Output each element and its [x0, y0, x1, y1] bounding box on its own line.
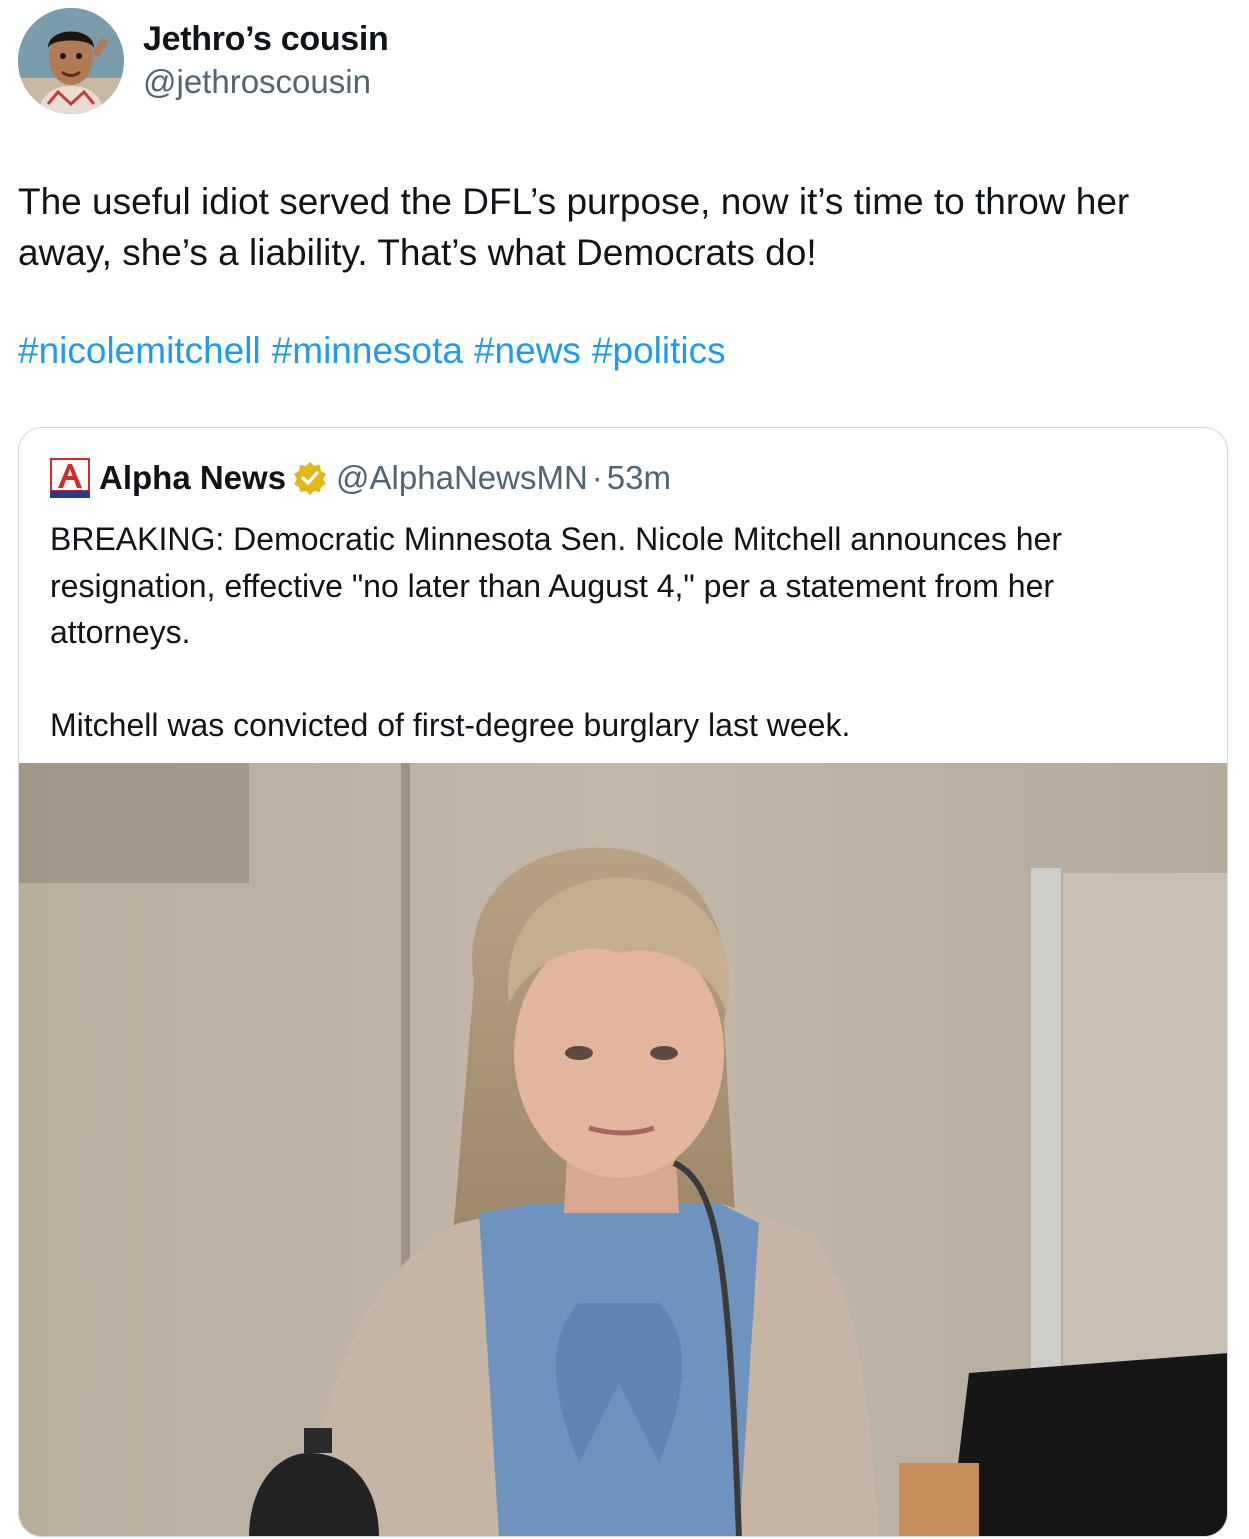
author-handle[interactable]: @jethroscousin — [143, 63, 371, 101]
author-avatar[interactable] — [18, 8, 124, 114]
gold-verified-badge-icon — [294, 462, 327, 495]
quoted-tweet-time[interactable]: 53m — [607, 459, 671, 497]
courtroom-photo-icon — [19, 763, 1227, 1536]
quoted-author-handle[interactable]: @AlphaNewsMN — [336, 459, 588, 497]
hashtag-link[interactable]: #nicolemitchell — [18, 330, 261, 371]
hashtag-link[interactable]: #news — [474, 330, 581, 371]
profile-photo-icon — [18, 8, 124, 114]
hashtag-link[interactable]: #minnesota — [272, 330, 463, 371]
author-display-name[interactable]: Jethro’s cousin — [143, 20, 389, 59]
meta-separator: · — [591, 459, 603, 496]
quoted-tweet-text: BREAKING: Democratic Minnesota Sen. Nico… — [50, 521, 1062, 743]
tweet-hashtags: #nicolemitchell #minnesota #news #politics — [18, 330, 737, 372]
hashtag-link[interactable]: #politics — [592, 330, 726, 371]
quoted-tweet-card[interactable]: Alpha News @AlphaNewsMN · 53m BREAKING: … — [18, 427, 1228, 1537]
quoted-tweet-header: Alpha News @AlphaNewsMN · 53m — [50, 458, 671, 498]
quoted-author-name[interactable]: Alpha News — [99, 459, 286, 497]
alpha-news-logo-icon — [50, 458, 90, 498]
quoted-tweet-media[interactable] — [19, 763, 1227, 1536]
tweet-text: The useful idiot served the DFL’s purpos… — [18, 181, 1130, 273]
